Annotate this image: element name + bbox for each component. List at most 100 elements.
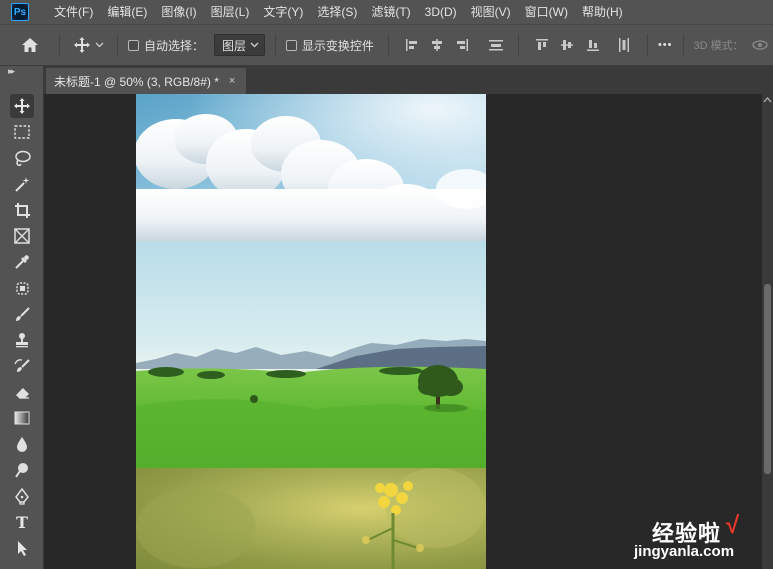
menu-type[interactable]: 文字(Y) [256,0,310,24]
3d-orbit-icon [752,40,768,50]
frame-icon [14,228,30,244]
blur-icon [17,436,27,452]
crop-icon [14,202,30,218]
move-tool-icon [14,98,30,114]
menu-help[interactable]: 帮助(H) [575,0,630,24]
clouds-image [136,94,486,241]
menu-3d[interactable]: 3D(D) [418,0,464,24]
distribute-horizontal-icon [619,38,630,52]
align-left-icon [405,39,417,51]
tool-move[interactable] [10,94,34,118]
menu-file[interactable]: 文件(F) [47,0,100,24]
menu-select[interactable]: 选择(S) [310,0,364,24]
document-tab[interactable]: 未标题-1 @ 50% (3, RGB/8#) * × [46,68,246,94]
vertical-scrollbar[interactable] [762,94,773,569]
separator [518,34,520,56]
meadow-photo-layer[interactable] [136,241,486,468]
align-hcenter-button[interactable] [424,32,449,58]
tool-history-brush[interactable] [10,354,34,378]
align-top-button[interactable] [529,32,554,58]
dropdown-value: 图层 [221,38,246,53]
rectangular-marquee-icon [14,125,30,139]
move-tool-preset-button[interactable] [70,32,107,58]
align-bottom-button[interactable] [580,32,605,58]
tool-spot-healing[interactable] [10,276,34,300]
tool-clone-stamp[interactable] [10,328,34,352]
distribute-vertical-button[interactable] [483,32,508,58]
tool-rectangular-marquee[interactable] [10,120,34,144]
distribute-horizontal-button[interactable] [612,32,637,58]
watermark-url: jingyanla.com [634,543,735,560]
dodge-icon [15,462,28,478]
home-icon [21,38,38,52]
flower-photo-layer[interactable] [136,468,486,569]
tool-path-selection[interactable] [10,536,34,560]
chevron-down-icon [250,42,259,48]
tool-eraser[interactable] [10,380,34,404]
auto-select-target-dropdown[interactable]: 图层 [213,34,266,56]
watermark: 经验啦 √ jingyanla.com [620,506,760,566]
tool-type[interactable]: T [10,510,34,534]
document-tab-bar: ▸▸ 未标题-1 @ 50% (3, RGB/8#) * × [0,66,773,94]
photoshop-logo: Ps [11,3,29,21]
path-selection-icon [18,540,27,556]
auto-select-checkbox[interactable] [128,39,139,51]
separator [646,34,648,56]
options-bar: 自动选择： 图层 显示变换控件 ••• 3D 模式： [0,24,773,66]
tool-frame[interactable] [10,224,34,248]
close-tab-icon[interactable]: × [229,75,235,87]
home-button[interactable] [10,32,49,58]
align-right-button[interactable] [450,32,475,58]
tool-lasso[interactable] [10,146,34,170]
meadow-image [136,339,486,468]
align-vcenter-button[interactable] [555,32,580,58]
tool-dodge[interactable] [10,458,34,482]
lasso-icon [14,150,31,166]
spot-healing-icon [15,281,29,295]
separator [682,34,684,56]
sky-clouds-photo-layer[interactable] [136,94,486,241]
flower-image [136,468,486,569]
document-tab-title: 未标题-1 @ 50% (3, RGB/8#) * [54,74,219,89]
eraser-icon [15,387,29,399]
align-bottom-icon [586,40,599,51]
tool-blur[interactable] [10,432,34,456]
menu-bar: Ps 文件(F) 编辑(E) 图像(I) 图层(L) 文字(Y) 选择(S) 滤… [0,0,773,24]
more-options-button[interactable]: ••• [658,39,673,51]
align-left-button[interactable] [399,32,424,58]
3d-mode-label: 3D 模式： [693,40,744,52]
menu-edit[interactable]: 编辑(E) [100,0,154,24]
auto-select-label: 自动选择： [143,38,204,53]
menu-image[interactable]: 图像(I) [154,0,203,24]
tool-brush[interactable] [10,302,34,326]
history-brush-icon [13,358,30,372]
tool-magic-wand[interactable] [10,172,34,196]
collapse-toolbox-icon[interactable]: ▸▸ [8,66,15,77]
menu-layer[interactable]: 图层(L) [204,0,257,24]
separator [387,34,389,56]
tool-crop[interactable] [10,198,34,222]
scroll-up-icon[interactable] [763,96,772,104]
show-transform-label: 显示变换控件 [301,38,374,53]
tool-gradient[interactable] [10,406,34,430]
menu-view[interactable]: 视图(V) [464,0,518,24]
align-top-icon [536,39,549,50]
scrollbar-thumb[interactable] [764,284,771,474]
separator [117,34,119,56]
eyedropper-icon [15,255,29,269]
show-transform-checkbox[interactable] [286,39,297,51]
align-right-icon [457,39,469,51]
tool-pen[interactable] [10,484,34,508]
toolbox: T [0,94,44,569]
gradient-icon [14,411,30,425]
menu-filter[interactable]: 滤镜(T) [364,0,417,24]
brush-icon [15,306,30,321]
tool-eyedropper[interactable] [10,250,34,274]
menu-window[interactable]: 窗口(W) [518,0,575,24]
separator [59,34,61,56]
3d-orbit-button[interactable] [748,32,773,58]
document-canvas[interactable] [136,94,486,569]
move-tool-icon [74,37,91,53]
canvas-workspace[interactable] [45,94,762,569]
separator [275,34,277,56]
